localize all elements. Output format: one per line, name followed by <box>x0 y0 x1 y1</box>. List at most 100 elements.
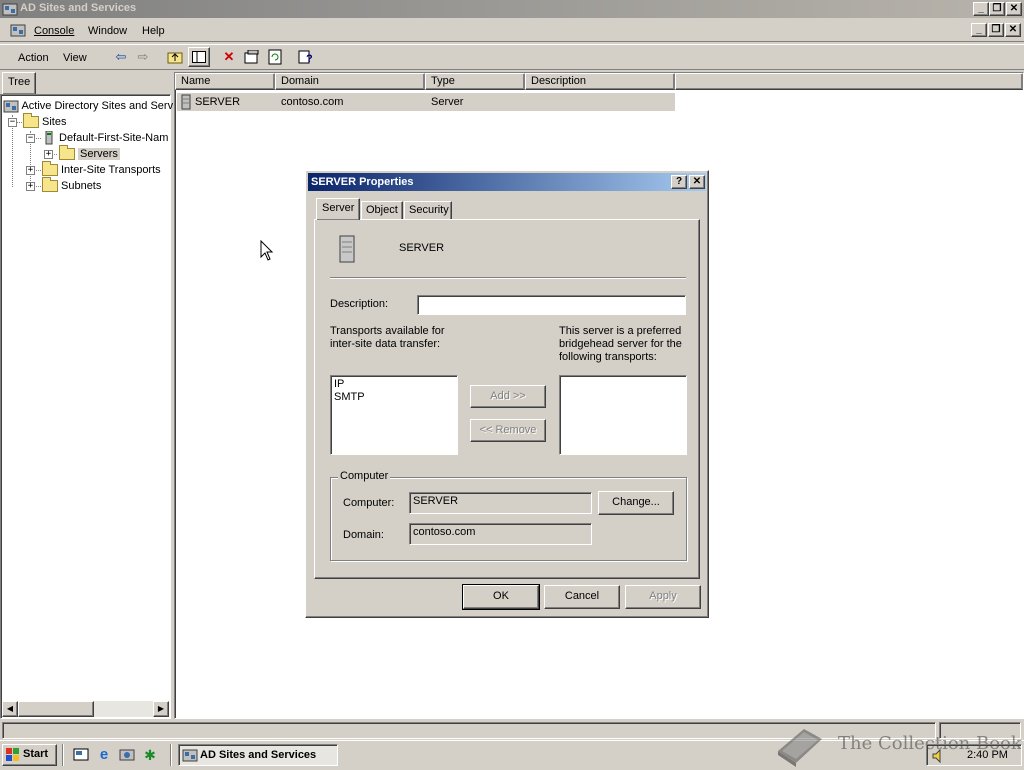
ad-sites-app-icon <box>2 1 18 17</box>
menu-help[interactable]: Help <box>137 22 170 40</box>
up-folder-icon[interactable] <box>164 47 186 67</box>
tree-tab[interactable]: Tree <box>2 72 36 94</box>
transports-list[interactable]: IP SMTP <box>330 375 458 455</box>
site-collapse-toggle[interactable]: − <box>26 134 35 143</box>
dialog-close-button[interactable]: ✕ <box>689 175 705 189</box>
start-button[interactable]: Start <box>2 744 57 766</box>
menu-console[interactable]: Console <box>29 22 79 40</box>
mdi-restore-button[interactable]: ❐ <box>988 23 1004 37</box>
open-folder-icon <box>59 145 75 161</box>
menu-window[interactable]: Window <box>83 22 132 40</box>
table-row[interactable]: SERVER contoso.com Server <box>177 93 675 111</box>
server-large-icon <box>337 234 357 264</box>
inter-site-expand-toggle[interactable]: + <box>26 166 35 175</box>
dialog-title: SERVER Properties <box>311 176 414 188</box>
help-icon[interactable]: ? <box>295 47 317 67</box>
volume-icon[interactable] <box>931 748 947 764</box>
tree-pane[interactable]: Active Directory Sites and Serv − Sites … <box>0 94 173 719</box>
bridgehead-list[interactable] <box>559 375 687 455</box>
computer-label: Computer: <box>343 497 395 509</box>
taskbar: Start e ✱ AD Sites and Services The Coll… <box>0 729 1024 768</box>
delete-icon[interactable]: ✕ <box>218 47 240 67</box>
svg-text:?: ? <box>306 53 313 64</box>
show-tree-icon[interactable] <box>188 47 210 67</box>
close-button[interactable]: ✕ <box>1006 2 1022 16</box>
sites-collapse-toggle[interactable]: − <box>8 118 17 127</box>
minimize-button[interactable]: _ <box>973 2 989 16</box>
apply-button[interactable]: Apply <box>625 585 701 609</box>
ad-sites-icon <box>3 98 19 114</box>
explorer-icon[interactable] <box>116 745 138 765</box>
tree-item-servers[interactable]: Servers <box>59 145 120 162</box>
mouse-cursor <box>260 239 274 262</box>
quick-launch-separator <box>62 744 64 766</box>
folder-icon <box>42 177 58 193</box>
main-title-bar: AD Sites and Services _ ❐ ✕ <box>0 0 1024 18</box>
tab-page: SERVER Description: Transports available… <box>314 219 700 579</box>
folder-icon <box>42 161 58 177</box>
tree-item-site[interactable]: Default-First-Site-Nam <box>42 130 168 146</box>
bridgehead-label: This server is a preferred bridgehead se… <box>559 325 682 363</box>
dialog-title-bar: SERVER Properties ? ✕ <box>308 173 706 191</box>
servers-expand-toggle[interactable]: + <box>44 150 53 159</box>
scroll-thumb[interactable] <box>18 701 94 717</box>
description-input[interactable] <box>417 295 686 315</box>
tab-server[interactable]: Server <box>316 198 360 220</box>
subnets-expand-toggle[interactable]: + <box>26 182 35 191</box>
remove-button[interactable]: << Remove <box>470 419 546 442</box>
restore-button[interactable]: ❐ <box>989 2 1005 16</box>
column-header-domain[interactable]: Domain <box>275 73 425 90</box>
cancel-button[interactable]: Cancel <box>544 585 620 609</box>
back-arrow-icon[interactable]: ⇦ <box>110 47 132 67</box>
windows-logo-icon <box>6 748 20 762</box>
scroll-right-button[interactable]: ▶ <box>153 701 169 717</box>
computer-groupbox: Computer Computer: SERVER Change... Doma… <box>330 470 687 561</box>
row-name: SERVER <box>195 96 241 108</box>
domain-field: contoso.com <box>409 523 592 545</box>
media-player-icon[interactable]: ✱ <box>139 745 161 765</box>
column-header-filler <box>675 73 1023 90</box>
tree-item-root[interactable]: Active Directory Sites and Serv <box>3 98 173 114</box>
scroll-left-button[interactable]: ◀ <box>2 701 18 717</box>
server-properties-dialog: SERVER Properties ? ✕ Server Object Secu… <box>305 170 709 618</box>
taskbar-button-ad-sites[interactable]: AD Sites and Services <box>178 744 338 766</box>
book-logo-icon <box>774 721 824 767</box>
tab-security[interactable]: Security <box>404 201 452 220</box>
mdi-minimize-button[interactable]: _ <box>971 23 987 37</box>
tree-tab-header: Tree <box>0 72 171 94</box>
dialog-help-button[interactable]: ? <box>671 175 687 189</box>
server-name-label: SERVER <box>399 242 445 254</box>
tree-item-subnets[interactable]: Subnets <box>42 177 101 194</box>
ad-sites-icon <box>182 748 198 764</box>
taskbar-separator <box>170 744 172 766</box>
show-desktop-icon[interactable] <box>70 745 92 765</box>
tree-horizontal-scrollbar[interactable]: ◀ ▶ <box>2 701 169 717</box>
domain-label: Domain: <box>343 529 384 541</box>
action-menu[interactable]: Action <box>13 49 54 67</box>
mdi-close-button[interactable]: ✕ <box>1005 23 1021 37</box>
separator <box>330 277 686 279</box>
internet-explorer-icon[interactable]: e <box>93 745 115 765</box>
tree-item-inter-site-transports[interactable]: Inter-Site Transports <box>42 161 161 178</box>
column-header-type[interactable]: Type <box>425 73 525 90</box>
site-icon <box>42 130 56 145</box>
folder-icon <box>23 113 39 129</box>
refresh-icon[interactable] <box>264 47 286 67</box>
tree-item-sites[interactable]: Sites <box>23 113 66 130</box>
forward-arrow-icon[interactable]: ⇨ <box>132 47 154 67</box>
ok-button[interactable]: OK <box>462 584 540 610</box>
row-type: Server <box>431 96 464 108</box>
change-button[interactable]: Change... <box>598 491 674 515</box>
clock[interactable]: 2:40 PM <box>967 749 1008 761</box>
tab-object[interactable]: Object <box>361 201 403 220</box>
add-button[interactable]: Add >> <box>470 385 546 408</box>
column-header-name[interactable]: Name <box>175 73 275 90</box>
view-menu[interactable]: View <box>58 49 92 67</box>
computer-field: SERVER <box>409 492 592 514</box>
list-item[interactable]: SMTP <box>334 391 454 404</box>
console-icon[interactable] <box>10 23 26 39</box>
list-item[interactable]: IP <box>334 378 454 391</box>
column-header-description[interactable]: Description <box>525 73 675 90</box>
properties-icon[interactable] <box>241 47 263 67</box>
row-domain: contoso.com <box>281 96 344 108</box>
